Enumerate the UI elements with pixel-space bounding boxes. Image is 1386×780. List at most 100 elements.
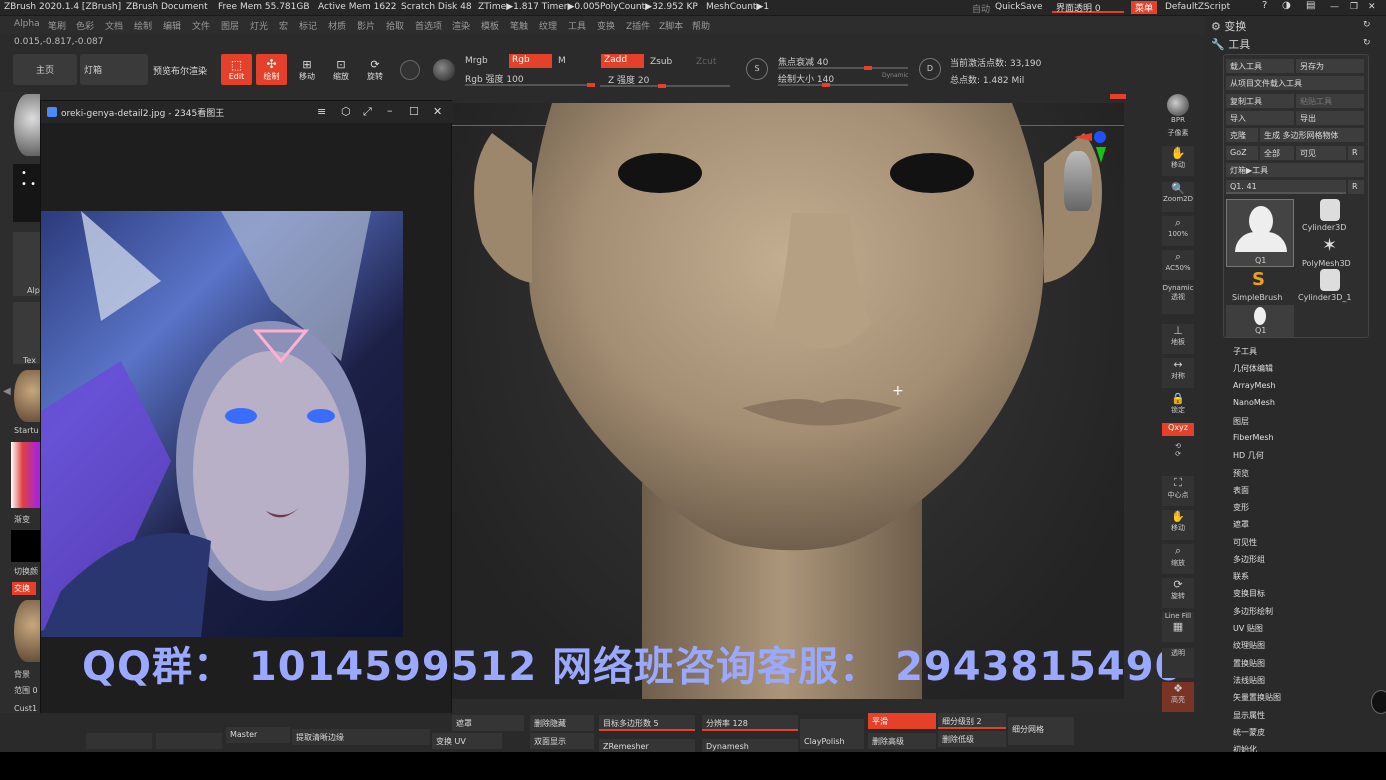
menu-help[interactable]: 帮助 <box>692 19 710 32</box>
scale-button[interactable]: ⊡ 缩放 <box>327 57 355 83</box>
zscript-menu[interactable]: DefaultZScript <box>1165 2 1230 12</box>
range-slider[interactable]: 范围 0 <box>14 685 38 696</box>
import-button[interactable]: 导入 <box>1226 111 1294 125</box>
menu-picker[interactable]: 拾取 <box>386 19 404 32</box>
transparency-button[interactable]: 透明 <box>1162 648 1194 678</box>
current-tool-slider[interactable]: Q1. 41 <box>1226 180 1346 194</box>
nanomesh-section[interactable]: NanoMesh <box>1233 398 1275 407</box>
goz-visible-button[interactable]: 可见 <box>1296 146 1346 160</box>
extract-edges-button[interactable]: 提取清晰边缘 <box>292 729 430 745</box>
home-button[interactable]: 主页 <box>13 54 77 85</box>
help-icon[interactable]: ? <box>1262 0 1267 11</box>
mrgb-toggle[interactable]: Mrgb <box>465 56 488 66</box>
symmetry-button[interactable]: ↔ 对称 <box>1162 358 1194 388</box>
material-thumbnail[interactable] <box>14 370 40 422</box>
menu-zplugin[interactable]: Z插件 <box>626 19 650 32</box>
dynamic-toggle[interactable]: Dynamic <box>882 72 908 79</box>
vector-displacement-section[interactable]: 矢量置换贴图 <box>1233 692 1281 703</box>
bpr-button[interactable]: BPR <box>1162 94 1194 124</box>
preview-section[interactable]: 预览 <box>1233 468 1249 479</box>
copy-tool-button[interactable]: 复制工具 <box>1226 94 1294 108</box>
goz-r-button[interactable]: R <box>1348 146 1364 160</box>
menu-tool[interactable]: 工具 <box>568 19 586 32</box>
surface-section[interactable]: 表面 <box>1233 485 1249 496</box>
fibermesh-section[interactable]: FiberMesh <box>1233 433 1274 442</box>
goz-button[interactable]: GoZ <box>1226 146 1258 160</box>
visibility-section[interactable]: 可见性 <box>1233 537 1257 548</box>
edit-button[interactable]: ⬚ Edit <box>221 54 252 85</box>
claypolish-button[interactable]: ClayPolish <box>800 719 864 749</box>
delete-hidden-button[interactable]: 删除隐藏 <box>530 715 594 731</box>
palette-icon[interactable]: ◑ <box>1282 0 1291 11</box>
export-button[interactable]: 导出 <box>1296 111 1364 125</box>
rotate-button[interactable]: ⟳ 旋转 <box>361 57 389 83</box>
make-polymesh-button[interactable]: 生成 多边形网格物体 <box>1260 128 1364 142</box>
menu-draw[interactable]: 绘制 <box>134 19 152 32</box>
normal-map-section[interactable]: 法线贴图 <box>1233 675 1265 686</box>
layers-section[interactable]: 图层 <box>1233 416 1249 427</box>
tool-thumb-cylinder-1[interactable]: Cylinder3D_1 <box>1296 269 1364 303</box>
uv-map-section[interactable]: UV 贴图 <box>1233 623 1263 634</box>
stroke-thumbnail[interactable]: • • • <box>13 164 40 222</box>
rgb-toggle[interactable]: Rgb <box>509 54 552 68</box>
move-button[interactable]: ⊞ 移动 <box>293 57 321 83</box>
menu-render[interactable]: 渲染 <box>452 19 470 32</box>
m-toggle[interactable]: M <box>558 56 566 66</box>
rotate-z-icon[interactable]: ⟲ ⟳ <box>1162 442 1194 466</box>
panel-refresh-icon-2[interactable]: ↻ <box>1363 38 1371 48</box>
polygroups-section[interactable]: 多边形组 <box>1233 554 1265 565</box>
viewer-close-button[interactable]: ✕ <box>433 105 442 118</box>
resolution-slider[interactable]: 分辨率 128 <box>702 715 798 731</box>
zcut-toggle[interactable]: Zcut <box>696 57 716 67</box>
menu-macro[interactable]: 宏 <box>279 19 288 32</box>
lightbox-tools-button[interactable]: 灯箱▶工具 <box>1226 163 1364 177</box>
swap-button[interactable]: 交换 <box>12 582 36 595</box>
subtool-section[interactable]: 子工具 <box>1233 346 1257 357</box>
viewer-maximize-button[interactable]: ☐ <box>409 105 419 118</box>
tool-thumb-polymesh[interactable]: ✶ PolyMesh3D <box>1296 235 1364 269</box>
lightbox-button[interactable]: 灯箱 <box>80 54 148 85</box>
unified-skin-section[interactable]: 统一蒙皮 <box>1233 727 1265 738</box>
menu-icon[interactable]: ≡ <box>317 105 326 118</box>
load-tool-button[interactable]: 载入工具 <box>1226 59 1294 73</box>
collapse-arrow-icon[interactable]: ◀ <box>3 386 11 397</box>
masking-section[interactable]: 遮罩 <box>1233 519 1249 530</box>
goz-all-button[interactable]: 全部 <box>1260 146 1294 160</box>
viewer-minimize-button[interactable]: – <box>387 104 393 117</box>
menu-light[interactable]: 灯光 <box>250 19 268 32</box>
menu-movie[interactable]: 影片 <box>357 19 375 32</box>
side-collapse-handle[interactable] <box>1371 690 1386 714</box>
tool-section-header[interactable]: 🔧 工具 <box>1211 36 1250 52</box>
rotate-view-button[interactable]: ⟳ 旋转 <box>1162 578 1194 608</box>
fullscreen-icon[interactable]: ⤢ <box>363 105 372 119</box>
sculptris-s-icon[interactable]: S <box>746 58 768 80</box>
frame-button[interactable]: ⛶ 中心点 <box>1162 476 1194 506</box>
brush-thumbnail[interactable] <box>14 94 40 156</box>
material-sphere-icon[interactable] <box>400 60 420 80</box>
actual-size-button[interactable]: ⌕ 100% <box>1162 216 1194 246</box>
menu-transform[interactable]: 变换 <box>597 19 615 32</box>
xyz-rotation-button[interactable]: Qxyz <box>1162 423 1194 436</box>
alpha-thumbnail[interactable]: Alp <box>13 232 40 296</box>
menu-texture[interactable]: 纹理 <box>539 19 557 32</box>
lazy-d-icon[interactable]: D <box>919 58 941 80</box>
close-button[interactable]: ✕ <box>1368 2 1376 12</box>
polypaint-section[interactable]: 多边形绘制 <box>1233 606 1273 617</box>
menu-material[interactable]: 材质 <box>328 19 346 32</box>
secondary-color-swatch[interactable] <box>11 530 40 562</box>
menu-marker[interactable]: 标记 <box>299 19 317 32</box>
menu-zscript[interactable]: Z脚本 <box>659 19 683 32</box>
perspective-button[interactable]: Dynamic 透视 <box>1162 284 1194 314</box>
tool-thumb-simplebrush[interactable]: S SimpleBrush <box>1226 269 1294 303</box>
floor-button[interactable]: ⊥ 地板 <box>1162 324 1194 354</box>
tool-thumb-q1-small[interactable]: Q1 <box>1226 305 1294 337</box>
canvas-viewport[interactable]: + <box>452 103 1124 699</box>
bottom-blank-2[interactable] <box>156 733 222 749</box>
scroll-button[interactable]: ✋ 移动 <box>1162 146 1194 176</box>
delete-lower-button[interactable]: 删除低级 <box>938 731 1006 747</box>
menu-document[interactable]: 文档 <box>105 19 123 32</box>
menu-brush[interactable]: 笔刷 <box>48 19 66 32</box>
zadd-toggle[interactable]: Zadd <box>601 54 644 68</box>
arraymesh-section[interactable]: ArrayMesh <box>1233 381 1276 390</box>
delete-higher-button[interactable]: 删除高级 <box>868 733 936 749</box>
